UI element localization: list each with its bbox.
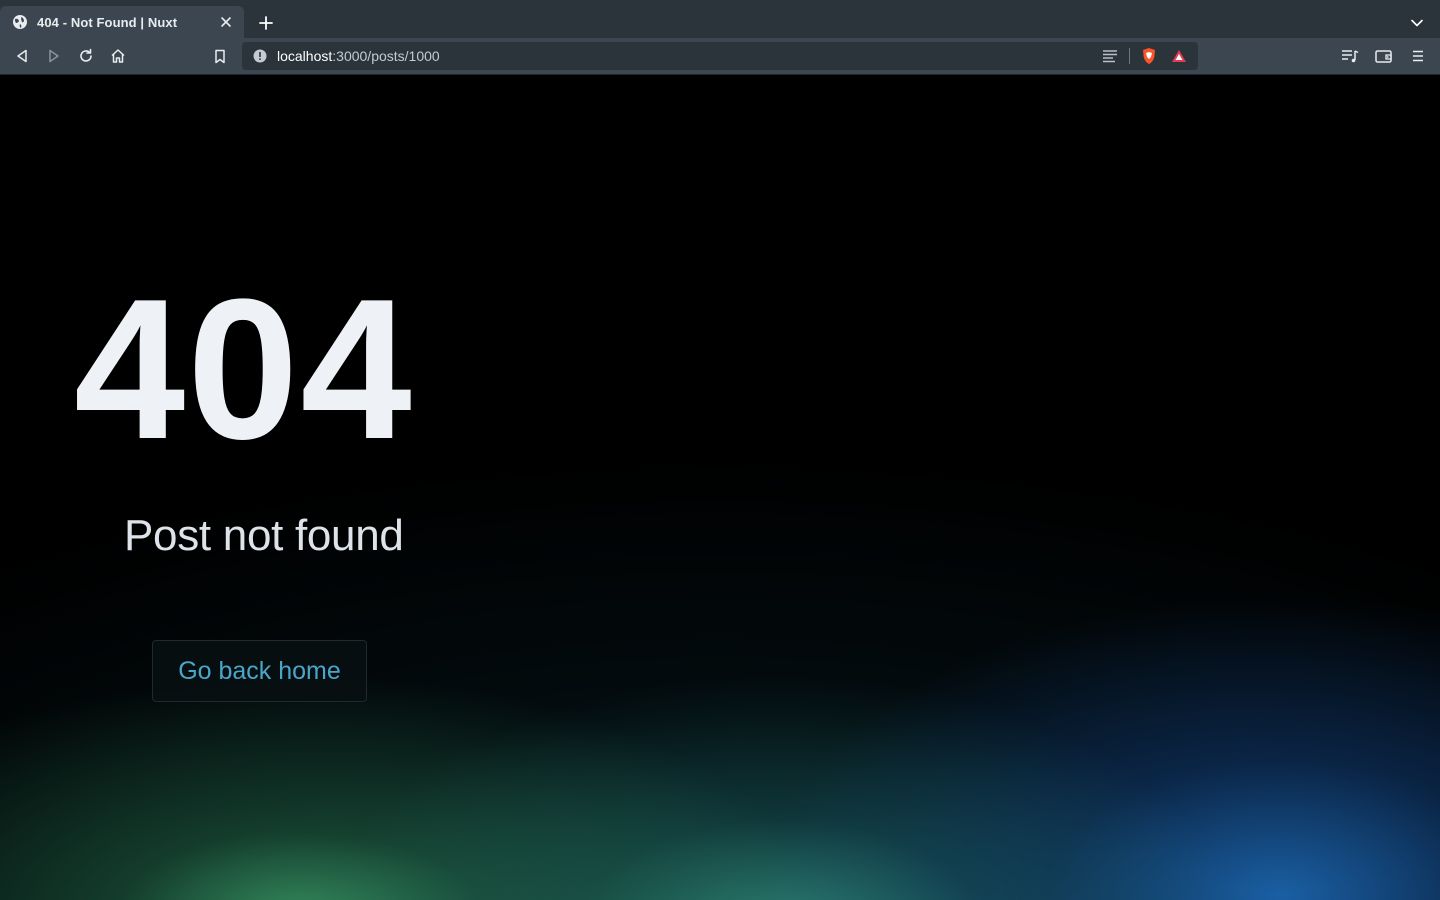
home-icon <box>111 49 125 63</box>
background-glow <box>0 76 1440 900</box>
divider <box>1129 48 1130 64</box>
reader-mode-button[interactable] <box>1099 45 1121 67</box>
address-bar-actions <box>1091 42 1190 70</box>
new-tab-button[interactable] <box>254 11 278 35</box>
chevron-down-icon <box>1411 19 1423 27</box>
forward-arrow-icon <box>49 49 59 63</box>
url-path: :3000/posts/1000 <box>332 48 440 64</box>
reader-mode-icon <box>1103 50 1117 63</box>
main-menu-button[interactable] <box>1406 44 1430 68</box>
reload-icon <box>80 48 92 62</box>
error-code: 404 <box>74 258 414 481</box>
playlist-button[interactable] <box>1338 44 1362 68</box>
plus-icon <box>259 16 273 30</box>
site-info-button[interactable] <box>251 47 269 65</box>
back-button[interactable] <box>10 44 34 68</box>
bookmark-icon <box>215 49 225 63</box>
brave-shields-icon <box>1143 48 1155 64</box>
forward-button[interactable] <box>42 44 66 68</box>
menu-icon <box>1413 50 1423 62</box>
close-icon <box>221 17 231 27</box>
brave-rewards-icon <box>1172 50 1186 62</box>
wallet-icon <box>1375 50 1392 63</box>
close-tab-button[interactable] <box>218 14 234 30</box>
brave-shields-button[interactable] <box>1138 45 1160 67</box>
go-back-home-button[interactable]: Go back home <box>152 640 367 702</box>
tab-list-button[interactable] <box>1406 12 1428 34</box>
brave-rewards-button[interactable] <box>1168 45 1190 67</box>
browser-toolbar: localhost:3000/posts/1000 <box>0 38 1440 75</box>
tab-strip: 404 - Not Found | Nuxt <box>0 0 1440 38</box>
tab-title: 404 - Not Found | Nuxt <box>37 14 178 30</box>
wallet-button[interactable] <box>1372 44 1396 68</box>
url-text: localhost:3000/posts/1000 <box>277 48 440 64</box>
bookmark-button[interactable] <box>208 44 232 68</box>
back-arrow-icon <box>17 49 27 63</box>
playlist-icon <box>1342 50 1359 63</box>
reload-button[interactable] <box>74 44 98 68</box>
error-message: Post not found <box>124 511 404 560</box>
page-content: 404 Post not found Go back home <box>0 76 1440 900</box>
url-host: localhost <box>277 48 333 64</box>
globe-icon <box>13 15 27 29</box>
home-button[interactable] <box>106 44 130 68</box>
info-icon <box>253 49 267 63</box>
browser-tab[interactable]: 404 - Not Found | Nuxt <box>0 6 244 38</box>
address-bar[interactable]: localhost:3000/posts/1000 <box>242 42 1198 70</box>
